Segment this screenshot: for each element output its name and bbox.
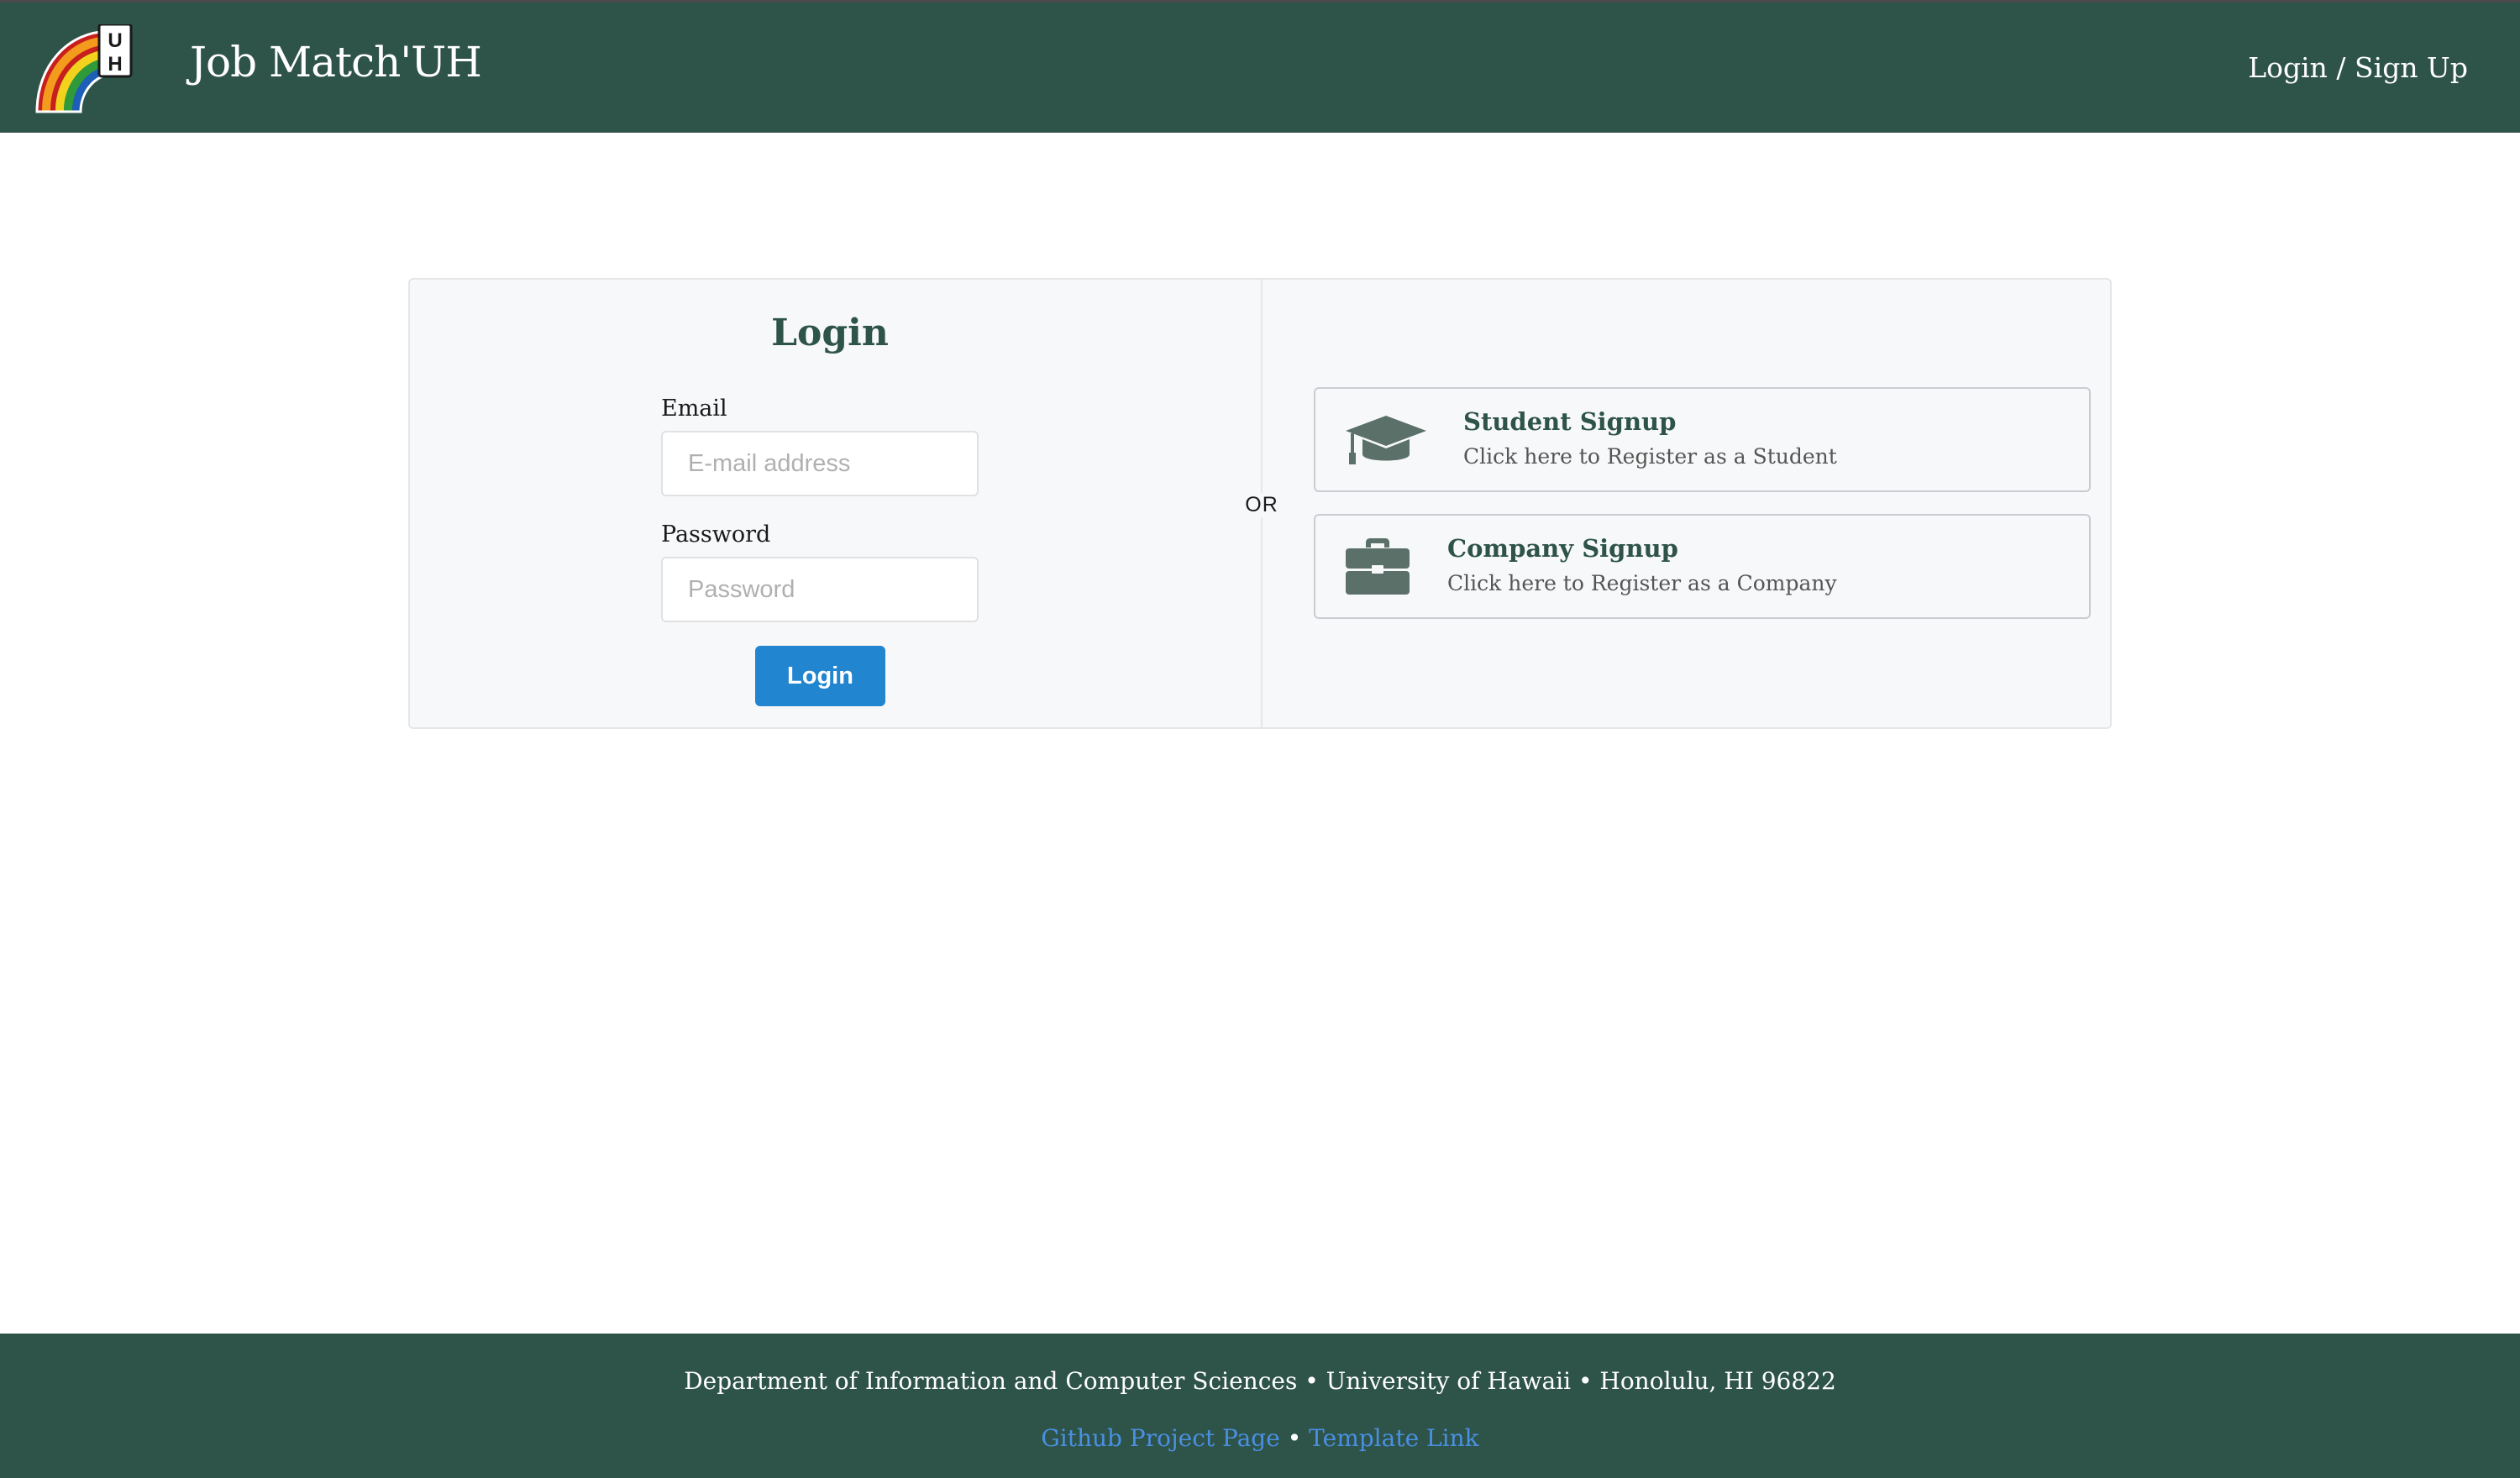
student-signup-button[interactable]: Student Signup Click here to Register as… [1314, 387, 2091, 492]
or-separator: OR [1245, 493, 1278, 517]
briefcase-icon [1346, 538, 1410, 595]
github-project-link[interactable]: Github Project Page [1041, 1424, 1279, 1452]
template-link[interactable]: Template Link [1309, 1424, 1478, 1452]
footer-address: Department of Information and Computer S… [684, 1367, 1836, 1395]
login-button[interactable]: Login [755, 646, 885, 706]
page-footer: Department of Information and Computer S… [0, 1334, 2520, 1478]
email-field[interactable] [661, 431, 979, 496]
svg-text:H: H [108, 53, 122, 76]
login-heading: Login [771, 312, 889, 354]
company-signup-button[interactable]: Company Signup Click here to Register as… [1314, 514, 2091, 619]
svg-text:U: U [108, 29, 122, 52]
brand-title[interactable]: Job Match'UH [190, 38, 482, 86]
company-signup-subtitle: Click here to Register as a Company [1447, 571, 1837, 595]
top-navbar: U H Job Match'UH Login / Sign Up [0, 0, 2520, 133]
email-label: Email [661, 396, 727, 422]
login-card: Login Email Password Login OR Student Si… [408, 278, 2112, 729]
student-signup-title: Student Signup [1463, 407, 1677, 436]
company-signup-title: Company Signup [1447, 534, 1678, 563]
footer-links: Github Project Page • Template Link [0, 1424, 2520, 1452]
student-signup-subtitle: Click here to Register as a Student [1463, 444, 1837, 469]
password-field[interactable] [661, 557, 979, 622]
graduation-cap-icon [1346, 416, 1426, 464]
password-label: Password [661, 521, 771, 548]
login-signup-link[interactable]: Login / Sign Up [2248, 51, 2468, 84]
uh-rainbow-logo[interactable]: U H [34, 24, 134, 113]
footer-link-separator: • [1287, 1424, 1302, 1452]
